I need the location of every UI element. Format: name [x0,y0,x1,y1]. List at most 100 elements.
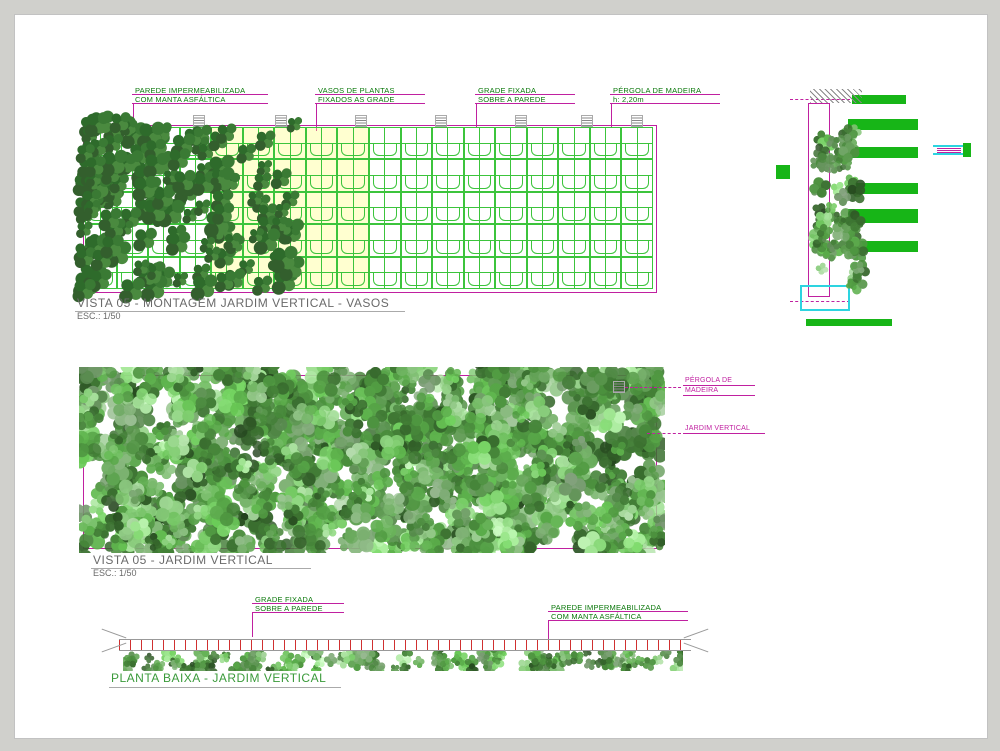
plant-icon [169,398,195,424]
grid-cell [401,159,433,191]
callout-1a: PAREDE IMPERMEABILIZADA [135,86,245,95]
plant-icon [98,207,124,233]
grid-cell [401,192,433,224]
plant-icon [482,659,494,671]
section-detail [760,85,920,325]
plan-wall [119,639,691,651]
grid-cell [337,159,369,191]
plant-icon [251,275,273,297]
plant-icon [286,117,303,134]
grid-cell [369,224,401,256]
grid-cell [432,127,464,159]
planting-overlay [83,121,293,293]
title-underline [75,311,405,312]
plant-icon [204,246,222,264]
plant-icon [84,155,108,179]
vent-icon [613,381,625,393]
grid-cell [464,192,496,224]
grid-cell [495,192,527,224]
grid-cell [464,224,496,256]
grid-cell [621,257,653,289]
grid-cell [621,159,653,191]
plant-icon [823,200,838,215]
grid-cell [401,127,433,159]
plant-icon [193,385,218,410]
plan-callout-1b: SOBRE A PAREDE [255,604,323,613]
plant-icon [216,123,239,146]
plant-icon [84,111,112,139]
callout-2a: VASOS DE PLANTAS [318,86,395,95]
grid-cell [590,192,622,224]
callout-underline [683,385,755,386]
grid-cell [590,127,622,159]
plant-icon [619,661,633,671]
plant-icon [464,439,492,467]
foliage-mass [79,367,665,553]
plant-icon [172,272,189,289]
view1-title: VISTA 05 - MONTAGEM JARDIM VERTICAL - VA… [77,296,389,310]
plant-icon [426,475,454,503]
plant-icon [123,653,137,668]
grid-cell [369,127,401,159]
callout-underline [683,433,765,434]
vent-icon [581,115,593,127]
grid-cell [590,224,622,256]
grid-cell [306,127,338,159]
grid-cell [621,127,653,159]
plant-icon [217,652,230,665]
plant-icon [151,658,167,671]
grid-cell [306,192,338,224]
plant-icon [84,199,101,216]
grid-cell [337,224,369,256]
view2-callout-1a: PÉRGOLA DE [685,377,732,384]
view2-callout-2: JARDIM VERTICAL [685,425,750,432]
plant-icon [193,198,211,216]
plan-title: PLANTA BAIXA - JARDIM VERTICAL [111,671,326,685]
vent-icon [355,115,367,127]
leader [252,613,253,637]
callout-1b: COM MANTA ASFÁLTICA [135,95,226,104]
title-underline [109,687,341,688]
plant-icon [813,151,838,176]
plan-foliage [123,651,683,671]
plant-icon [247,190,265,208]
grid-cell [464,257,496,289]
plant-icon [211,201,235,225]
grid-cell [495,159,527,191]
plant-icon [172,169,198,195]
grid-cell [306,257,338,289]
break-mark [102,629,127,639]
plant-icon [255,130,278,153]
callout-4a: PÉRGOLA DE MADEIRA [613,86,701,95]
grid-cell [432,224,464,256]
callout-2b: FIXADOS AS GRADE [318,95,395,104]
plant-icon [76,220,94,238]
grid-cell [401,224,433,256]
view2-scale: ESC.: 1/50 [93,568,137,578]
grid-cell [464,127,496,159]
plant-icon [79,429,104,460]
view2-title: VISTA 05 - JARDIM VERTICAL [93,553,273,567]
break-mark [684,629,709,639]
plant-icon [270,167,293,190]
grid-cell [337,257,369,289]
grid-cell [369,159,401,191]
plant-icon [109,111,132,134]
grid-cell [621,192,653,224]
grid-cell [590,159,622,191]
plant-icon [249,227,266,244]
view2-callout-1b: MADEIRA [685,387,718,394]
callout-underline [683,395,755,396]
callout-3b: SOBRE A PAREDE [478,95,546,104]
grid-cell [495,257,527,289]
plant-icon [275,493,294,512]
plant-icon [572,499,593,520]
grid-cell [527,192,559,224]
grid-cell [495,127,527,159]
drawing-frame: PAREDE IMPERMEABILIZADA COM MANTA ASFÁLT… [14,14,988,739]
grid-cell [527,224,559,256]
callout-4b: h: 2,20m [613,95,644,104]
plant-icon [320,521,338,539]
grid-cell [527,257,559,289]
plant-icon [166,231,193,258]
